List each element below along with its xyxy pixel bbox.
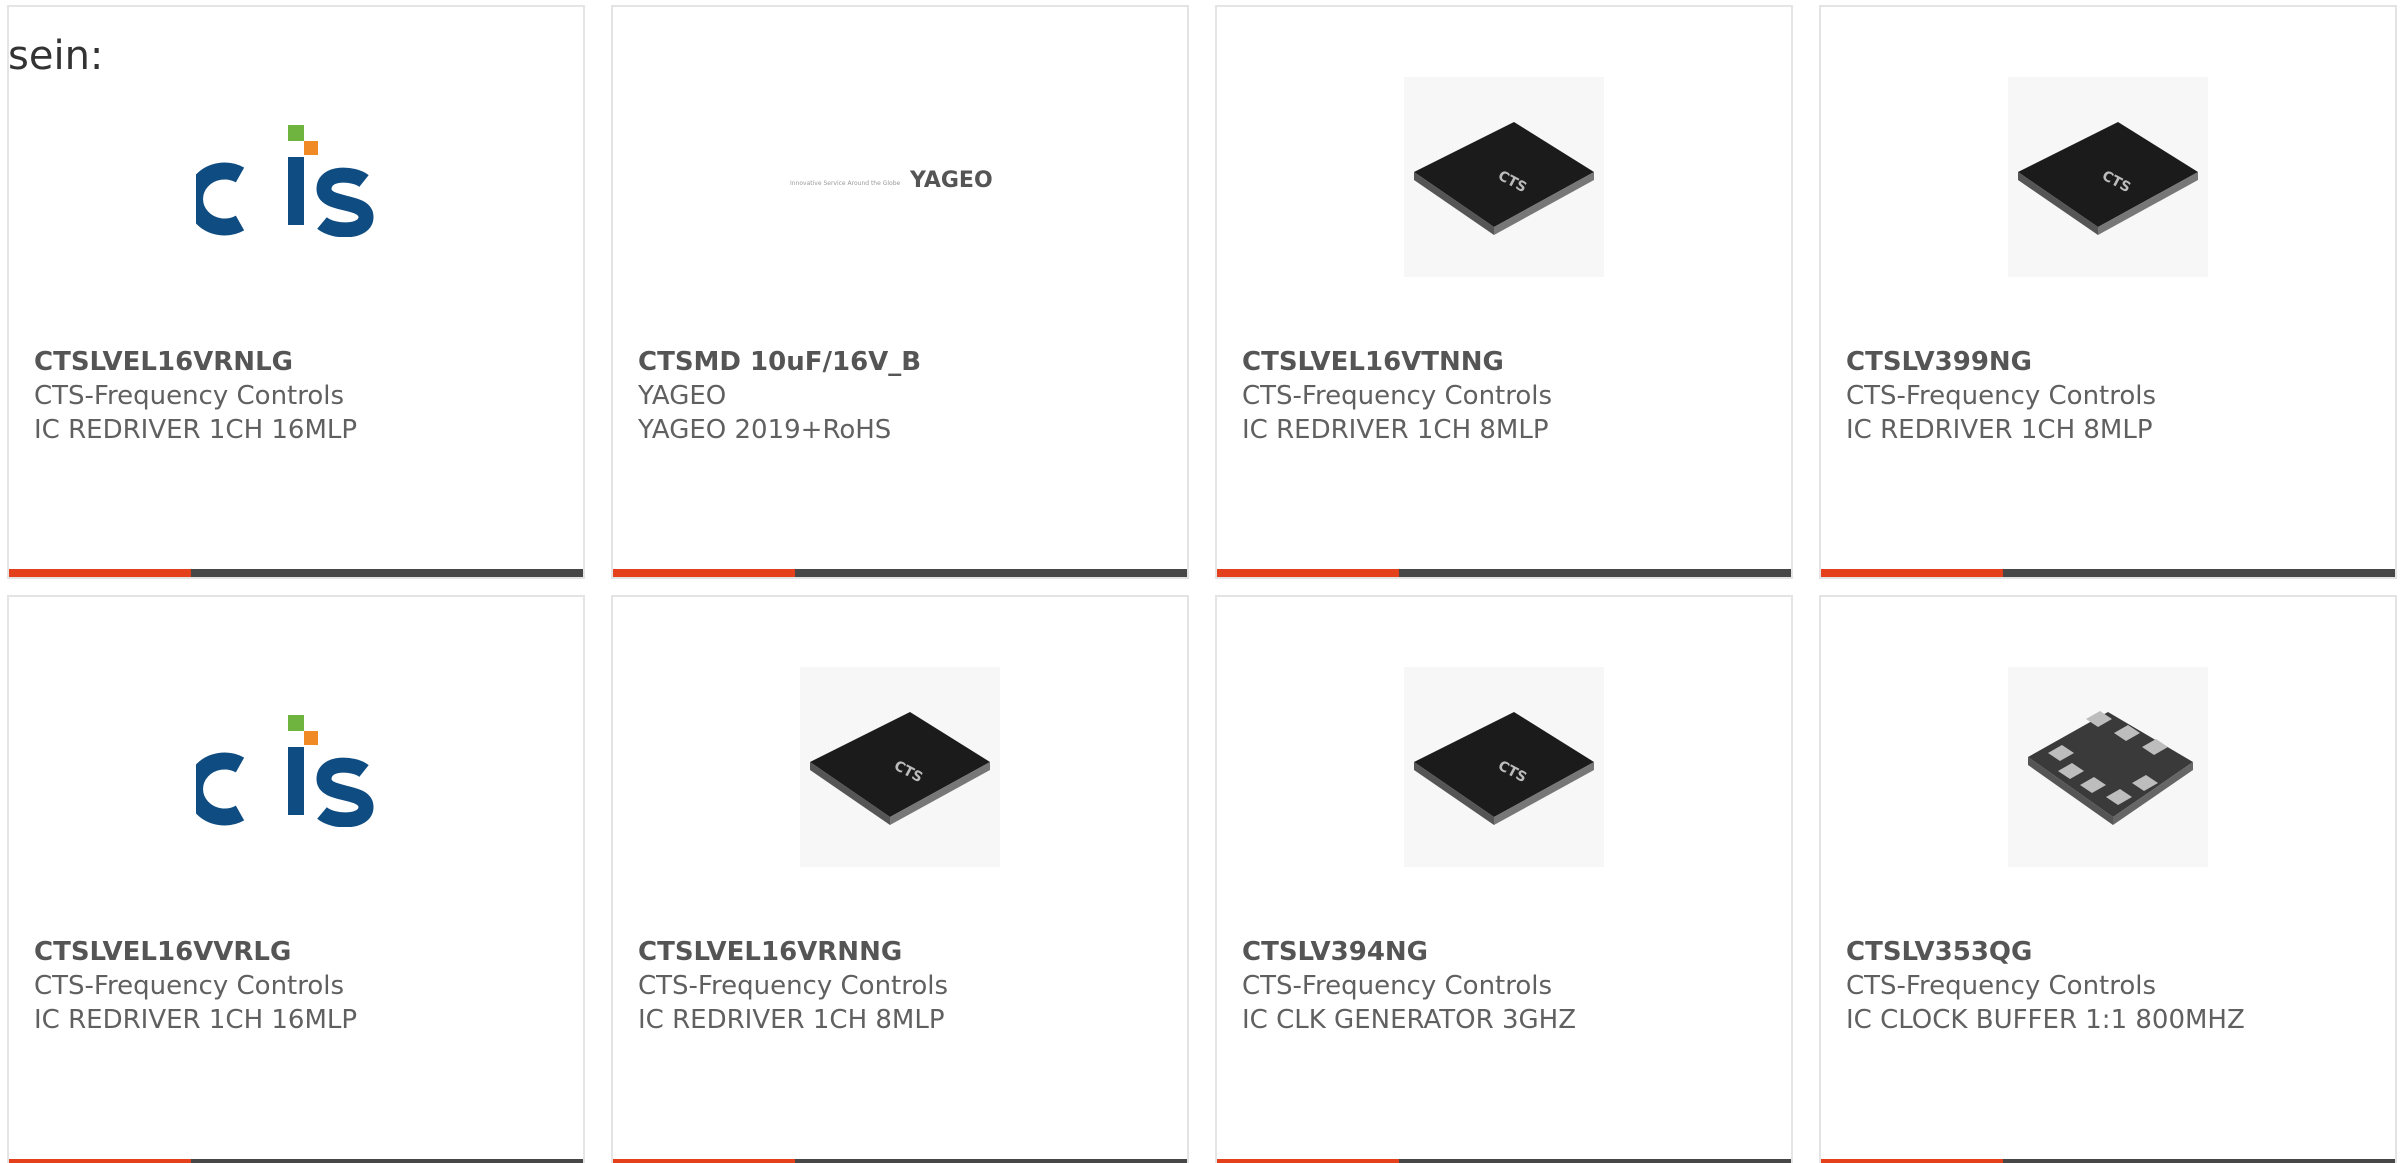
description: IC REDRIVER 1CH 8MLP — [1846, 415, 2153, 445]
yageo-logo-icon: Innovative Service Around the Globe YAGE… — [790, 168, 993, 193]
product-grid-page: sein: CTSLVEL16VRNLG CTS-Frequency Contr… — [0, 0, 2407, 1163]
description: IC REDRIVER 1CH 16MLP — [34, 1005, 358, 1035]
card-footer-bar — [9, 1159, 583, 1163]
product-card[interactable]: CTS CTSLV394NG CTS-Frequency Controls IC… — [1215, 595, 1793, 1163]
product-card[interactable]: CTSLV353QG CTS-Frequency Controls IC CLO… — [1819, 595, 2397, 1163]
product-image: CTS — [1217, 597, 1791, 897]
product-card[interactable]: CTS CTSLVEL16VRNNG CTS-Frequency Control… — [611, 595, 1189, 1163]
description: IC CLK GENERATOR 3GHZ — [1242, 1005, 1577, 1035]
manufacturer: CTS-Frequency Controls — [34, 971, 345, 1001]
cts-logo-icon — [196, 715, 374, 827]
part-number: CTSLV394NG — [1242, 937, 1429, 967]
chip-icon: CTS — [800, 667, 1000, 867]
part-number: CTSLVEL16VRNLG — [34, 347, 293, 377]
manufacturer: YAGEO — [638, 381, 727, 411]
description: IC REDRIVER 1CH 16MLP — [34, 415, 358, 445]
card-footer-bar — [613, 1159, 1187, 1163]
description: IC CLOCK BUFFER 1:1 800MHZ — [1846, 1005, 2245, 1035]
chip-icon: CTS — [1404, 77, 1604, 277]
svg-text:YAGEO: YAGEO — [909, 168, 993, 193]
product-image: CTS — [1821, 7, 2395, 307]
description: IC REDRIVER 1CH 8MLP — [1242, 415, 1549, 445]
manufacturer: CTS-Frequency Controls — [34, 381, 345, 411]
description: IC REDRIVER 1CH 8MLP — [638, 1005, 945, 1035]
card-footer-bar — [1821, 569, 2395, 577]
product-card[interactable]: CTSLVEL16VVRLG CTS-Frequency Controls IC… — [7, 595, 585, 1163]
product-card[interactable]: Innovative Service Around the Globe YAGE… — [611, 5, 1189, 579]
part-number: CTSLVEL16VTNNG — [1242, 347, 1504, 377]
manufacturer: CTS-Frequency Controls — [1242, 971, 1553, 1001]
part-number: CTSLVEL16VVRLG — [34, 937, 292, 967]
card-footer-bar — [1217, 1159, 1791, 1163]
product-card[interactable]: CTSLVEL16VRNLG CTS-Frequency Controls IC… — [7, 5, 585, 579]
product-image — [9, 597, 583, 897]
product-image: CTS — [1217, 7, 1791, 307]
manufacturer: CTS-Frequency Controls — [1846, 381, 2157, 411]
chip-icon: CTS — [1404, 667, 1604, 867]
card-footer-bar — [613, 569, 1187, 577]
card-footer-bar — [1821, 1159, 2395, 1163]
cts-logo-icon — [196, 125, 374, 237]
chip-icon: CTS — [2008, 77, 2208, 277]
card-footer-bar — [1217, 569, 1791, 577]
intro-text: sein: — [8, 33, 104, 79]
product-image: CTS — [613, 597, 1187, 897]
manufacturer: CTS-Frequency Controls — [1846, 971, 2157, 1001]
part-number: CTSLV399NG — [1846, 347, 2033, 377]
product-card[interactable]: CTS CTSLV399NG CTS-Frequency Controls IC… — [1819, 5, 2397, 579]
part-number: CTSLVEL16VRNNG — [638, 937, 903, 967]
description: YAGEO 2019+RoHS — [638, 415, 892, 445]
qfn-chip-icon — [2008, 667, 2208, 867]
manufacturer: CTS-Frequency Controls — [1242, 381, 1553, 411]
manufacturer: CTS-Frequency Controls — [638, 971, 949, 1001]
svg-text:Innovative Service Around the: Innovative Service Around the Globe — [790, 180, 901, 187]
card-footer-bar — [9, 569, 583, 577]
part-number: CTSMD 10uF/16V_B — [638, 347, 922, 377]
product-card[interactable]: CTS CTSLVEL16VTNNG CTS-Frequency Control… — [1215, 5, 1793, 579]
product-image — [1821, 597, 2395, 897]
part-number: CTSLV353QG — [1846, 937, 2033, 967]
product-image: Innovative Service Around the Globe YAGE… — [613, 7, 1187, 307]
